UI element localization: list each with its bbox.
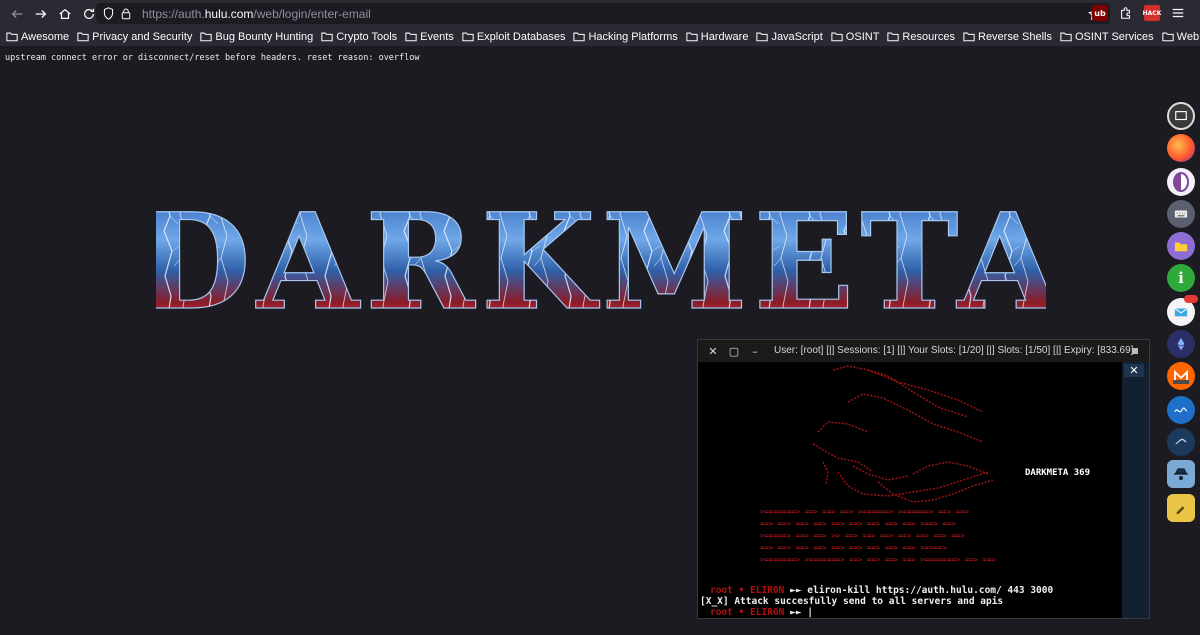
error-message: upstream connect error or disconnect/res… — [5, 53, 420, 63]
browser-toolbar: https://auth.hulu.com/web/login/enter-em… — [0, 0, 1200, 27]
svg-text:==> ==> ==> ==> ==: ==> ==> ==> ==> ==> ==> ==> ==> ==> >=>=… — [760, 543, 947, 552]
folder-icon — [1060, 32, 1072, 42]
bookmarks-bar: Awesome Privacy and Security Bug Bounty Hu… — [0, 27, 1200, 46]
dock-tor-browser-icon[interactable] — [1167, 168, 1195, 196]
folder-icon — [756, 32, 769, 42]
svg-text:>=======> ==> ==> ==> >=: >=======> ==> ==> ==> >======> >======> … — [760, 507, 970, 516]
hacktools-icon[interactable]: HACK — [1143, 5, 1161, 21]
bookmark-folder-osint[interactable]: OSINT — [831, 30, 880, 43]
bookmark-folder-osint-services[interactable]: OSINT Services — [1060, 31, 1154, 43]
folder-icon — [573, 32, 586, 42]
url-text[interactable]: https://auth.hulu.com/web/login/enter-em… — [142, 7, 371, 21]
folder-icon — [77, 32, 89, 42]
bookmark-folder-resources[interactable]: Resources — [887, 31, 955, 43]
terminal-scrollbar[interactable]: ✕ — [1122, 362, 1149, 618]
bookmark-label: JavaScript — [771, 30, 823, 43]
terminal-line-1: root • ELIRON ►► eliron-kill https://aut… — [710, 585, 1054, 596]
bookmark-label: Exploit Databases — [476, 30, 566, 43]
dock-files-icon[interactable] — [1167, 232, 1195, 260]
terminal-status: User: [root] [|] Sessions: [1] [|] Your … — [774, 345, 1134, 356]
folder-icon — [321, 32, 333, 42]
folder-icon — [831, 32, 843, 42]
darkmeta-logo: DARKMETA — [156, 196, 1046, 321]
back-button[interactable] — [6, 3, 28, 25]
dock-info-icon[interactable]: i — [1167, 264, 1195, 292]
dock-hacker-hat-icon[interactable] — [1167, 460, 1195, 488]
bookmark-label: Events — [420, 30, 454, 43]
folder-icon — [1161, 32, 1174, 42]
bookmark-folder-privacy-and-security[interactable]: Privacy and Security — [77, 31, 192, 43]
shield-icon[interactable] — [102, 6, 116, 21]
forward-button[interactable] — [30, 3, 52, 25]
home-button[interactable] — [54, 3, 76, 25]
folder-icon — [963, 32, 975, 42]
folder-icon — [6, 32, 18, 42]
folder-icon — [887, 32, 900, 42]
terminal-window[interactable]: ✕ ▢ – User: [root] [|] Sessions: [1] [|]… — [697, 339, 1150, 619]
bookmark-label: Bug Bounty Hunting — [215, 30, 314, 43]
svg-text:>=======> >=======> ==> ==>: >=======> >=======> ==> ==> ==> ==> >===… — [760, 555, 996, 564]
terminal-menu-icon[interactable] — [1132, 348, 1138, 354]
side-dock: i — [1162, 96, 1200, 526]
dock-wireshark-icon[interactable] — [1167, 396, 1195, 424]
dock-mail-icon[interactable] — [1167, 295, 1198, 326]
bookmark-label: Hacking Platforms — [588, 30, 678, 43]
bookmark-label: Reverse Shells — [978, 30, 1052, 43]
hamburger-menu-icon[interactable] — [1170, 5, 1186, 21]
address-bar[interactable]: https://auth.hulu.com/web/login/enter-em… — [96, 3, 1110, 24]
folder-icon — [405, 32, 417, 42]
bookmark-label: OSINT Services — [1074, 30, 1154, 43]
dock-brush-icon[interactable] — [1167, 494, 1195, 522]
folder-icon — [462, 32, 474, 42]
bookmark-folder-events[interactable]: Events — [405, 31, 454, 43]
ublock-origin-icon[interactable]: ub — [1092, 5, 1108, 21]
dock-monero-icon[interactable] — [1167, 362, 1195, 390]
svg-text:>=====> ==> ==> >> ==>: >=====> ==> ==> >> ==> ==> ==> ==> ==> =… — [760, 531, 965, 540]
terminal-banner-title: DARKMETA 369 — [1025, 468, 1091, 478]
dock-desktop-icon[interactable] — [1167, 102, 1195, 130]
logo-text: DARKMETA — [156, 196, 1046, 321]
lock-icon[interactable] — [120, 7, 134, 21]
bookmark-folder-web-shells[interactable]: Web Shells — [1161, 30, 1200, 43]
terminal-pane-close-button[interactable]: ✕ — [1124, 364, 1144, 377]
bookmark-label: Hardware — [700, 30, 749, 43]
bookmark-folder-hardware[interactable]: Hardware — [686, 30, 749, 43]
forward-arrow-icon — [35, 9, 47, 18]
dragon-ascii-art: >=======> ==> ==> ==> >======> >======> … — [760, 365, 996, 564]
back-arrow-icon — [11, 9, 23, 18]
terminal-line-2: [X_X] Attack succesfully send to all ser… — [700, 596, 1004, 607]
bookmark-folder-awesome[interactable]: Awesome — [6, 31, 69, 43]
terminal-maximize-button[interactable]: ▢ — [728, 345, 740, 358]
dock-kali-icon[interactable] — [1167, 428, 1195, 456]
terminal-minimize-button[interactable]: – — [749, 345, 761, 358]
bookmark-label: OSINT — [845, 30, 880, 43]
terminal-output[interactable]: >=======> ==> ==> ==> >======> >======> … — [698, 362, 1122, 618]
bookmark-label: Web Shells — [1176, 30, 1200, 43]
extensions-puzzle-icon[interactable] — [1118, 5, 1134, 21]
bookmark-folder-bug-bounty-hunting[interactable]: Bug Bounty Hunting — [200, 31, 313, 43]
home-icon — [59, 8, 71, 19]
bookmark-folder-exploit-databases[interactable]: Exploit Databases — [462, 30, 566, 43]
bookmark-folder-reverse-shells[interactable]: Reverse Shells — [963, 31, 1052, 43]
bookmark-label: Crypto Tools — [336, 30, 398, 43]
bookmark-label: Resources — [902, 30, 955, 43]
bookmark-folder-hacking-platforms[interactable]: Hacking Platforms — [573, 30, 678, 43]
bookmark-folder-crypto-tools[interactable]: Crypto Tools — [321, 31, 397, 43]
bookmark-label: Awesome — [21, 30, 70, 43]
svg-text:==> ==> ==> ==> ==: ==> ==> ==> ==> ==> ==> ==> ==> ==> >==>… — [760, 519, 956, 528]
dock-mail-badge — [1184, 295, 1198, 303]
dock-firefox-icon[interactable] — [1167, 134, 1195, 162]
terminal-titlebar: ✕ ▢ – User: [root] [|] Sessions: [1] [|]… — [698, 340, 1149, 362]
bookmark-label: Privacy and Security — [92, 30, 193, 43]
folder-icon — [200, 32, 213, 42]
reload-icon — [84, 8, 94, 19]
terminal-close-button[interactable]: ✕ — [707, 345, 719, 358]
extension-toolbar: ub HACK — [1092, 5, 1186, 21]
bookmark-folder-javascript[interactable]: JavaScript — [756, 30, 823, 43]
folder-icon — [686, 32, 698, 42]
dock-ethereum-icon[interactable] — [1167, 330, 1195, 358]
dock-keyboard-icon[interactable] — [1167, 200, 1195, 228]
terminal-line-3[interactable]: root • ELIRON ►► | — [710, 607, 813, 618]
